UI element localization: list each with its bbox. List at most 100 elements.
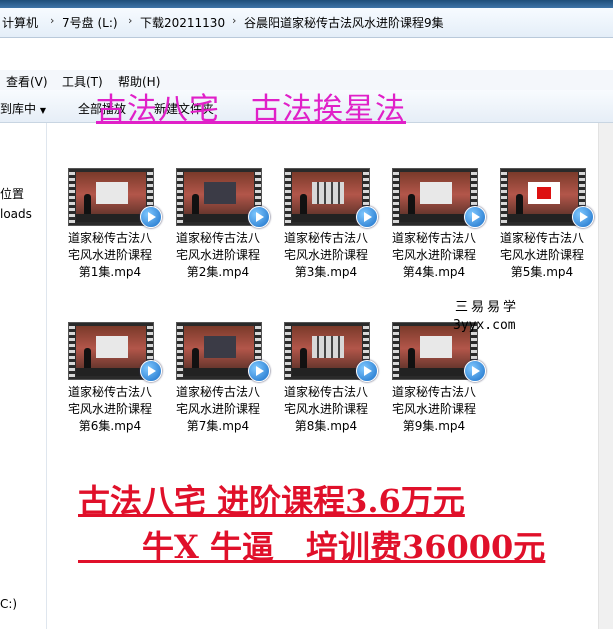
stage-floor: [184, 368, 254, 376]
file-name-line: 第1集.mp4: [78, 265, 142, 279]
file-name: 道家秘传古法八 宅风水进阶课程 第2集.mp4: [168, 230, 268, 281]
file-name: 道家秘传古法八 宅风水进阶课程 第3集.mp4: [276, 230, 376, 281]
speaker-figure: [84, 194, 91, 216]
projector-screen: [96, 336, 128, 358]
file-name-line: 道家秘传古法八: [175, 385, 260, 399]
overlay-title-magenta: 古法八宅 古法挨星法: [96, 92, 406, 127]
lecture-scene: [292, 172, 362, 222]
address-bar[interactable]: 计算机 › 7号盘 (L:) › 下载20211130 › 谷晨阳道家秘传古法风…: [0, 8, 613, 38]
lecture-scene: [184, 326, 254, 376]
film-strip-left: [177, 323, 183, 379]
film-strip-left: [69, 323, 75, 379]
file-name-line: 宅风水进阶课程: [499, 248, 584, 262]
file-name: 道家秘传古法八 宅风水进阶课程 第6集.mp4: [60, 384, 160, 435]
play-icon: [356, 360, 378, 382]
breadcrumb-drive[interactable]: 7号盘 (L:): [62, 14, 118, 31]
play-icon: [572, 206, 594, 228]
breadcrumb-separator-icon[interactable]: ›: [50, 14, 54, 27]
play-icon: [140, 360, 162, 382]
projector-screen: [420, 182, 452, 204]
speaker-figure: [300, 348, 307, 370]
file-name-line: 道家秘传古法八: [283, 231, 368, 245]
projector-screen: [204, 182, 236, 204]
file-name-line: 宅风水进阶课程: [391, 248, 476, 262]
window-title-strip: [0, 0, 613, 8]
overlay-fee-line: 牛X 牛逼 培训费36000元: [78, 528, 546, 566]
file-name-line: 第8集.mp4: [294, 419, 358, 433]
film-strip-left: [393, 169, 399, 225]
projector-screen: [96, 182, 128, 204]
lecture-scene: [76, 326, 146, 376]
chevron-down-icon: ▼: [39, 106, 46, 115]
stage-floor: [292, 214, 362, 222]
file-name-line: 第4集.mp4: [402, 265, 466, 279]
film-strip-left: [285, 169, 291, 225]
play-icon: [140, 206, 162, 228]
file-name-line: 宅风水进阶课程: [175, 248, 260, 262]
breadcrumb-computer[interactable]: 计算机: [2, 14, 38, 31]
file-name-line: 道家秘传古法八: [67, 385, 152, 399]
file-name: 道家秘传古法八 宅风水进阶课程 第1集.mp4: [60, 230, 160, 281]
speaker-figure: [192, 348, 199, 370]
lecture-scene: [76, 172, 146, 222]
nav-item-drive-c[interactable]: C:): [0, 597, 17, 611]
stage-floor: [76, 368, 146, 376]
file-name-line: 道家秘传古法八: [391, 231, 476, 245]
file-name-line: 第3集.mp4: [294, 265, 358, 279]
projector-screen: [312, 182, 344, 204]
navigation-pane: 位置 loads C:): [0, 123, 47, 629]
film-strip-left: [69, 169, 75, 225]
file-name: 道家秘传古法八 宅风水进阶课程 第7集.mp4: [168, 384, 268, 435]
speaker-figure: [300, 194, 307, 216]
film-strip-left: [393, 323, 399, 379]
projector-screen: [312, 336, 344, 358]
stage-floor: [184, 214, 254, 222]
stage-floor: [292, 368, 362, 376]
film-strip-left: [285, 323, 291, 379]
stage-floor: [400, 368, 470, 376]
include-in-library-button[interactable]: 到库中 ▼: [0, 100, 46, 117]
file-name: 道家秘传古法八 宅风水进阶课程 第4集.mp4: [384, 230, 484, 281]
play-icon: [464, 360, 486, 382]
file-name-line: 宅风水进阶课程: [391, 402, 476, 416]
file-name-line: 道家秘传古法八: [67, 231, 152, 245]
file-name-line: 道家秘传古法八: [499, 231, 584, 245]
file-name-line: 第7集.mp4: [186, 419, 250, 433]
stage-floor: [400, 214, 470, 222]
breadcrumb-course-folder[interactable]: 谷晨阳道家秘传古法风水进阶课程9集: [244, 14, 444, 31]
nav-item-location[interactable]: 位置: [0, 185, 24, 202]
film-strip-left: [177, 169, 183, 225]
file-name-line: 道家秘传古法八: [283, 385, 368, 399]
speaker-figure: [192, 194, 199, 216]
lecture-scene: [400, 326, 470, 376]
play-icon: [356, 206, 378, 228]
play-icon: [248, 206, 270, 228]
file-name-line: 宅风水进阶课程: [175, 402, 260, 416]
play-icon: [248, 360, 270, 382]
menu-view[interactable]: 查看(V): [6, 73, 48, 90]
include-in-library-label: 到库中: [0, 102, 37, 116]
lecture-scene: [508, 172, 578, 222]
vertical-scrollbar[interactable]: [598, 123, 613, 629]
film-strip-left: [501, 169, 507, 225]
breadcrumb-download-folder[interactable]: 下载20211130: [140, 14, 225, 31]
play-icon: [464, 206, 486, 228]
watermark-url: 3yyx.com: [453, 318, 516, 333]
lecture-scene: [400, 172, 470, 222]
projector-screen: [204, 336, 236, 358]
nav-item-downloads[interactable]: loads: [0, 207, 32, 221]
stage-floor: [76, 214, 146, 222]
projector-screen: [420, 336, 452, 358]
breadcrumb-separator-icon[interactable]: ›: [128, 14, 132, 27]
file-name: 道家秘传古法八 宅风水进阶课程 第8集.mp4: [276, 384, 376, 435]
stage-floor: [508, 214, 578, 222]
file-name-line: 宅风水进阶课程: [283, 248, 368, 262]
file-name-line: 第5集.mp4: [510, 265, 574, 279]
file-name-line: 宅风水进阶课程: [283, 402, 368, 416]
file-name: 道家秘传古法八 宅风水进阶课程 第5集.mp4: [492, 230, 592, 281]
file-name-line: 道家秘传古法八: [175, 231, 260, 245]
file-name-line: 宅风水进阶课程: [67, 402, 152, 416]
breadcrumb-separator-icon[interactable]: ›: [232, 14, 236, 27]
speaker-figure: [84, 348, 91, 370]
file-name-line: 第6集.mp4: [78, 419, 142, 433]
